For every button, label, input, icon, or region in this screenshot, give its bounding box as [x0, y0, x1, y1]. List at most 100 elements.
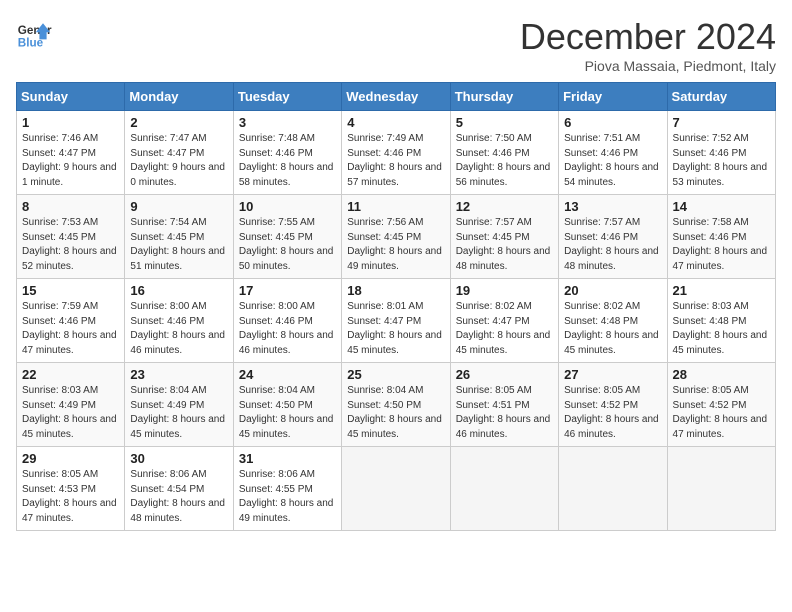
day-number: 22: [22, 367, 119, 382]
day-cell: 19 Sunrise: 8:02 AMSunset: 4:47 PMDayligh…: [450, 279, 558, 363]
day-detail: Sunrise: 8:03 AMSunset: 4:48 PMDaylight:…: [673, 300, 770, 358]
day-cell: 18 Sunrise: 8:01 AMSunset: 4:47 PMDayligh…: [342, 279, 450, 363]
day-detail: Sunrise: 7:48 AMSunset: 4:46 PMDaylight:…: [239, 132, 336, 190]
week-row-5: 29Sunrise: 8:05 AMSunset: 4:53 PMDayligh…: [17, 447, 776, 531]
day-number: 12: [456, 199, 553, 214]
day-detail: Sunrise: 7:57 AMSunset: 4:45 PMDaylight:…: [456, 216, 553, 274]
day-number: 3: [239, 115, 336, 130]
day-cell: 8Sunrise: 7:53 AMSunset: 4:45 PMDaylight…: [17, 195, 125, 279]
logo-icon: General Blue: [16, 16, 52, 52]
col-header-wednesday: Wednesday: [342, 83, 450, 111]
day-cell: 6 Sunrise: 7:51 AMSunset: 4:46 PMDaylight…: [559, 111, 667, 195]
col-header-monday: Monday: [125, 83, 233, 111]
day-number: 17: [239, 283, 336, 298]
week-row-4: 22Sunrise: 8:03 AMSunset: 4:49 PMDayligh…: [17, 363, 776, 447]
day-number: 16: [130, 283, 227, 298]
day-cell: 9 Sunrise: 7:54 AMSunset: 4:45 PMDaylight…: [125, 195, 233, 279]
day-cell: [342, 447, 450, 531]
day-cell: 15 Sunrise: 7:59 AMSunset: 4:46 PMDayligh…: [17, 279, 125, 363]
day-number: 8: [22, 199, 119, 214]
day-number: 25: [347, 367, 444, 382]
day-cell: 27 Sunrise: 8:05 AMSunset: 4:52 PMDayligh…: [559, 363, 667, 447]
day-number: 1: [22, 115, 119, 130]
page-header: General Blue December 2024 Piova Massaia…: [16, 16, 776, 74]
day-cell: 7Sunrise: 7:52 AMSunset: 4:46 PMDaylight…: [667, 111, 775, 195]
day-number: 28: [673, 367, 770, 382]
day-number: 15: [22, 283, 119, 298]
day-number: 6: [564, 115, 661, 130]
day-cell: 24 Sunrise: 8:04 AMSunset: 4:50 PMDayligh…: [233, 363, 341, 447]
day-number: 26: [456, 367, 553, 382]
day-detail: Sunrise: 7:57 AMSunset: 4:46 PMDaylight:…: [564, 216, 661, 274]
col-header-thursday: Thursday: [450, 83, 558, 111]
day-cell: [667, 447, 775, 531]
day-number: 24: [239, 367, 336, 382]
day-number: 10: [239, 199, 336, 214]
col-header-friday: Friday: [559, 83, 667, 111]
day-cell: 20Sunrise: 8:02 AMSunset: 4:48 PMDayligh…: [559, 279, 667, 363]
day-number: 31: [239, 451, 336, 466]
day-cell: 17 Sunrise: 8:00 AMSunset: 4:46 PMDayligh…: [233, 279, 341, 363]
day-cell: 1 Sunrise: 7:46 AMSunset: 4:47 PMDaylight…: [17, 111, 125, 195]
day-cell: [450, 447, 558, 531]
day-detail: Sunrise: 7:50 AMSunset: 4:46 PMDaylight:…: [456, 132, 553, 190]
day-detail: Sunrise: 8:05 AMSunset: 4:52 PMDaylight:…: [673, 384, 770, 442]
week-row-2: 8Sunrise: 7:53 AMSunset: 4:45 PMDaylight…: [17, 195, 776, 279]
day-cell: 31 Sunrise: 8:06 AMSunset: 4:55 PMDayligh…: [233, 447, 341, 531]
day-number: 5: [456, 115, 553, 130]
day-number: 9: [130, 199, 227, 214]
day-number: 7: [673, 115, 770, 130]
location-subtitle: Piova Massaia, Piedmont, Italy: [520, 58, 776, 74]
day-number: 11: [347, 199, 444, 214]
month-title: December 2024: [520, 16, 776, 58]
day-detail: Sunrise: 7:51 AMSunset: 4:46 PMDaylight:…: [564, 132, 661, 190]
day-detail: Sunrise: 8:00 AMSunset: 4:46 PMDaylight:…: [239, 300, 336, 358]
day-number: 30: [130, 451, 227, 466]
day-detail: Sunrise: 8:01 AMSunset: 4:47 PMDaylight:…: [347, 300, 444, 358]
day-cell: 11 Sunrise: 7:56 AMSunset: 4:45 PMDayligh…: [342, 195, 450, 279]
day-cell: 23Sunrise: 8:04 AMSunset: 4:49 PMDayligh…: [125, 363, 233, 447]
day-number: 23: [130, 367, 227, 382]
day-detail: Sunrise: 8:05 AMSunset: 4:52 PMDaylight:…: [564, 384, 661, 442]
day-number: 4: [347, 115, 444, 130]
day-number: 19: [456, 283, 553, 298]
day-number: 29: [22, 451, 119, 466]
day-cell: 4 Sunrise: 7:49 AMSunset: 4:46 PMDaylight…: [342, 111, 450, 195]
day-detail: Sunrise: 7:56 AMSunset: 4:45 PMDaylight:…: [347, 216, 444, 274]
day-number: 2: [130, 115, 227, 130]
day-detail: Sunrise: 8:06 AMSunset: 4:54 PMDaylight:…: [130, 468, 227, 526]
day-detail: Sunrise: 7:59 AMSunset: 4:46 PMDaylight:…: [22, 300, 119, 358]
day-cell: 2Sunrise: 7:47 AMSunset: 4:47 PMDaylight…: [125, 111, 233, 195]
day-detail: Sunrise: 8:02 AMSunset: 4:47 PMDaylight:…: [456, 300, 553, 358]
day-detail: Sunrise: 7:55 AMSunset: 4:45 PMDaylight:…: [239, 216, 336, 274]
day-cell: 28 Sunrise: 8:05 AMSunset: 4:52 PMDayligh…: [667, 363, 775, 447]
day-cell: 26Sunrise: 8:05 AMSunset: 4:51 PMDayligh…: [450, 363, 558, 447]
day-detail: Sunrise: 7:54 AMSunset: 4:45 PMDaylight:…: [130, 216, 227, 274]
header-row: SundayMondayTuesdayWednesdayThursdayFrid…: [17, 83, 776, 111]
day-detail: Sunrise: 7:49 AMSunset: 4:46 PMDaylight:…: [347, 132, 444, 190]
week-row-3: 15 Sunrise: 7:59 AMSunset: 4:46 PMDayligh…: [17, 279, 776, 363]
logo: General Blue: [16, 16, 52, 52]
day-cell: 12 Sunrise: 7:57 AMSunset: 4:45 PMDayligh…: [450, 195, 558, 279]
day-detail: Sunrise: 8:06 AMSunset: 4:55 PMDaylight:…: [239, 468, 336, 526]
calendar-table: SundayMondayTuesdayWednesdayThursdayFrid…: [16, 82, 776, 531]
day-detail: Sunrise: 7:58 AMSunset: 4:46 PMDaylight:…: [673, 216, 770, 274]
day-detail: Sunrise: 7:46 AMSunset: 4:47 PMDaylight:…: [22, 132, 119, 190]
day-cell: 14 Sunrise: 7:58 AMSunset: 4:46 PMDayligh…: [667, 195, 775, 279]
day-number: 13: [564, 199, 661, 214]
title-area: December 2024 Piova Massaia, Piedmont, I…: [520, 16, 776, 74]
day-cell: 16Sunrise: 8:00 AMSunset: 4:46 PMDayligh…: [125, 279, 233, 363]
day-cell: 21Sunrise: 8:03 AMSunset: 4:48 PMDayligh…: [667, 279, 775, 363]
col-header-sunday: Sunday: [17, 83, 125, 111]
day-cell: 5 Sunrise: 7:50 AMSunset: 4:46 PMDaylight…: [450, 111, 558, 195]
day-number: 27: [564, 367, 661, 382]
day-number: 14: [673, 199, 770, 214]
day-cell: [559, 447, 667, 531]
day-detail: Sunrise: 8:04 AMSunset: 4:50 PMDaylight:…: [239, 384, 336, 442]
day-detail: Sunrise: 8:04 AMSunset: 4:50 PMDaylight:…: [347, 384, 444, 442]
day-cell: 29Sunrise: 8:05 AMSunset: 4:53 PMDayligh…: [17, 447, 125, 531]
day-number: 18: [347, 283, 444, 298]
day-cell: 3 Sunrise: 7:48 AMSunset: 4:46 PMDaylight…: [233, 111, 341, 195]
col-header-saturday: Saturday: [667, 83, 775, 111]
day-cell: 25 Sunrise: 8:04 AMSunset: 4:50 PMDayligh…: [342, 363, 450, 447]
